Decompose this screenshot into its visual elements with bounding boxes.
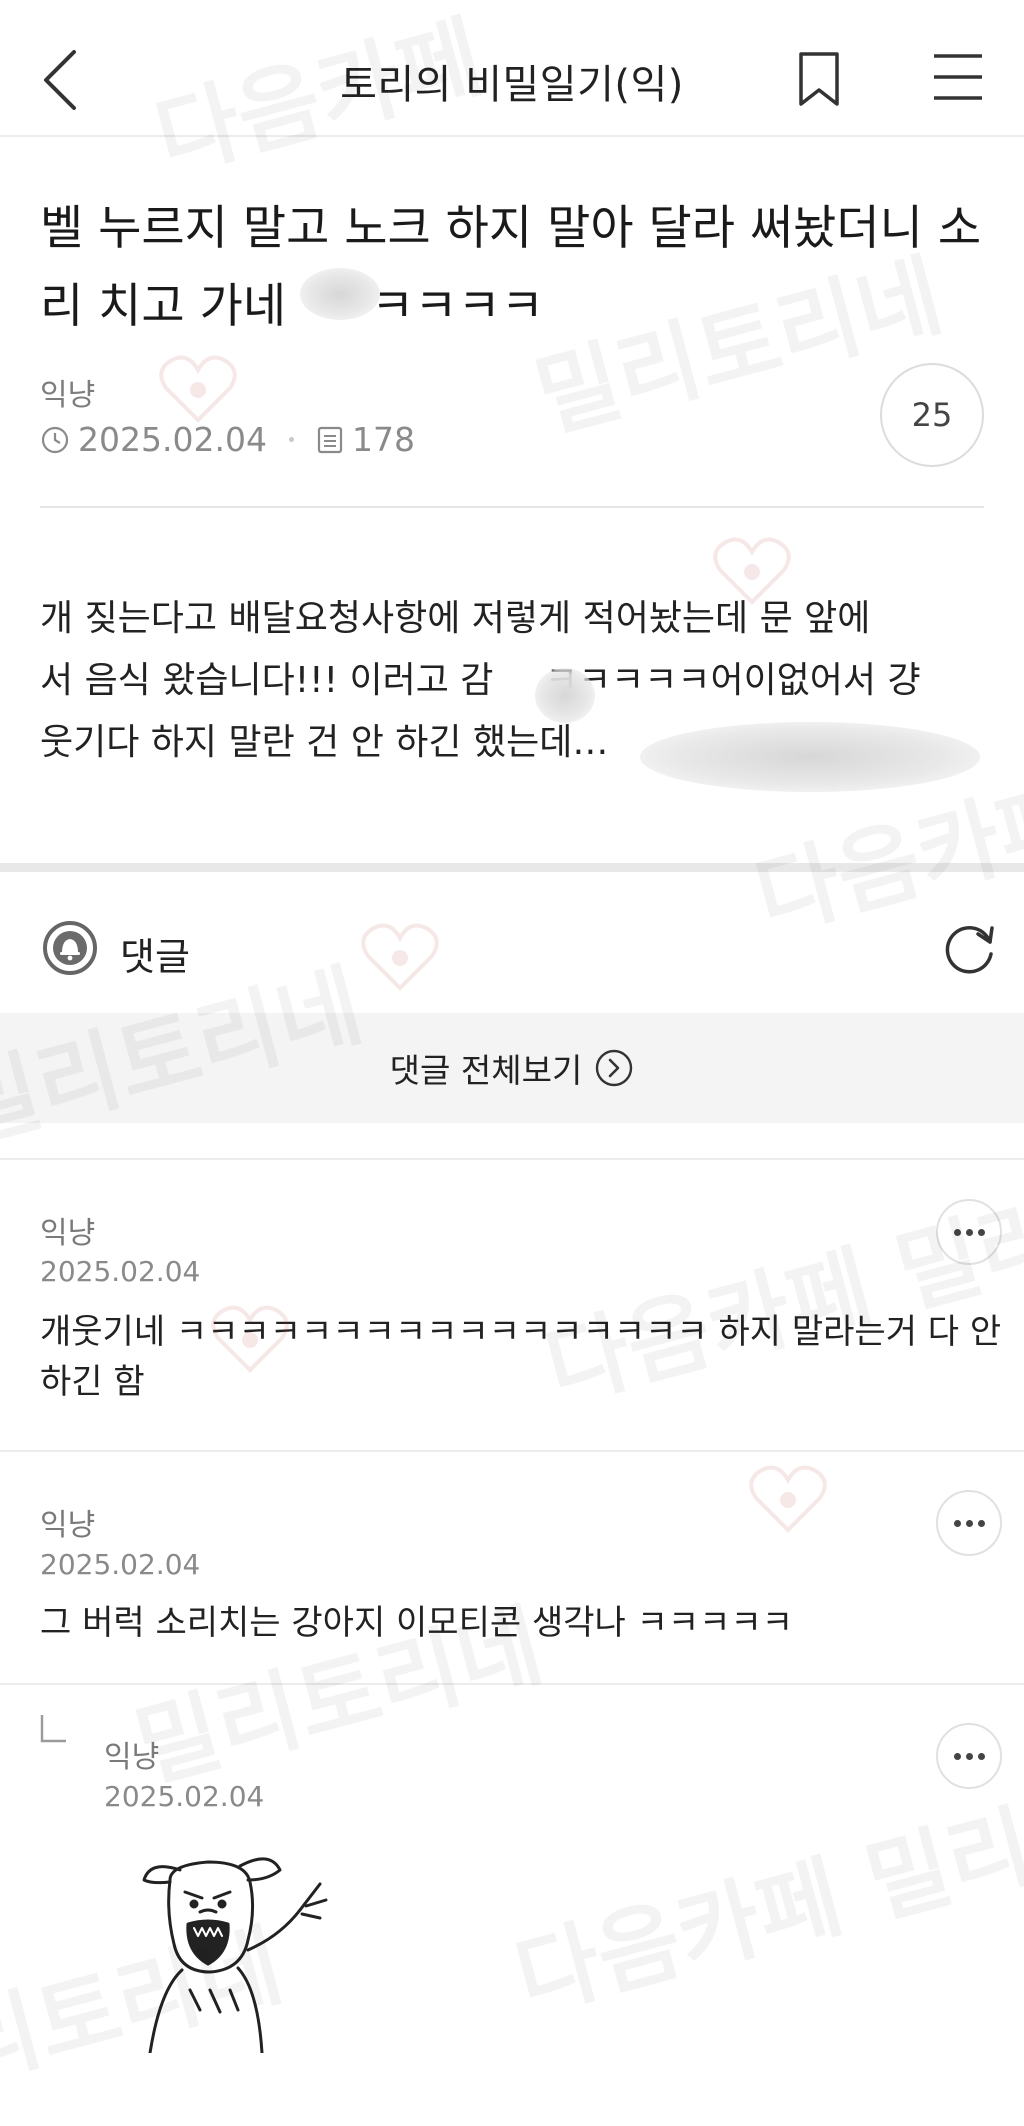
post-title-line2-end: ㅋㅋㅋㅋ — [371, 279, 544, 334]
menu-button[interactable] — [932, 52, 984, 102]
comment-text-line: 개웃기네 ㅋㅋㅋㅋㅋㅋㅋㅋㅋㅋㅋㅋㅋㅋㅋㅋㅋ 하지 말라는거 다 안 — [40, 1312, 1002, 1352]
post-title: 벨 누르지 말고 노크 하지 말아 달라 써놨더니 소 리 치고 가네 ㅋㅋㅋㅋ — [40, 190, 990, 346]
more-button[interactable] — [936, 1723, 1002, 1789]
post-author[interactable]: 익냥 — [40, 370, 95, 414]
post-views: 178 — [351, 420, 415, 459]
post-body-line2-end: ㅋㅋㅋㅋㅋ어이없어서 걍 — [544, 660, 921, 701]
top-app-bar: 토리의 비밀일기(익) — [0, 0, 1024, 137]
post-title-line1: 벨 누르지 말고 노크 하지 말아 달라 써놨더니 소 — [40, 201, 982, 256]
comment-author[interactable]: 익냥 — [40, 1208, 95, 1252]
reply-arrow-icon — [40, 1715, 66, 1743]
comment-date: 2025.02.04 — [104, 1780, 265, 1813]
bookmark-button[interactable] — [795, 50, 845, 110]
heart-paw-icon — [159, 355, 237, 423]
clock-icon — [41, 426, 69, 453]
more-icon — [951, 1752, 987, 1760]
refresh-icon — [945, 926, 994, 974]
divider — [40, 506, 984, 508]
meta-separator — [288, 437, 294, 442]
cafe-title[interactable]: 토리의 비밀일기(익) — [0, 52, 1024, 110]
post-body-line2-start: 서 음식 왔습니다!!! 이러고 감 — [40, 660, 505, 701]
post-title-line2-start: 리 치고 가네 — [40, 279, 302, 334]
comment-date: 2025.02.04 — [40, 1255, 201, 1288]
blurred-region — [640, 722, 980, 792]
document-icon — [317, 426, 343, 453]
menu-icon — [934, 54, 982, 100]
notification-toggle[interactable] — [42, 920, 98, 976]
divider — [0, 1683, 1024, 1685]
shouting-dog-sticker — [142, 1857, 328, 2053]
chevron-right-circle-icon — [596, 1049, 633, 1087]
comment-text-line: 하긴 함 — [40, 1362, 145, 1402]
comments-label: 댓글 — [120, 935, 190, 979]
comment-author[interactable]: 익냥 — [40, 1500, 95, 1544]
bell-icon — [43, 921, 97, 975]
more-icon — [951, 1228, 987, 1236]
divider — [0, 1158, 1024, 1160]
post-meta: 2025.02.04 178 — [40, 420, 415, 459]
post-body-line1: 개 짖는다고 배달요청사항에 저렇게 적어놨는데 문 앞에 — [40, 598, 871, 639]
more-button[interactable] — [936, 1199, 1002, 1265]
comment-count-button[interactable]: 25 — [880, 363, 984, 467]
comment-text: 그 버럭 소리치는 강아지 이모티콘 생각나 ㅋㅋㅋㅋㅋ — [40, 1603, 794, 1643]
section-divider — [0, 863, 1024, 872]
comment-text: 개웃기네 ㅋㅋㅋㅋㅋㅋㅋㅋㅋㅋㅋㅋㅋㅋㅋㅋㅋ 하지 말라는거 다 안 하긴 함 — [40, 1307, 1002, 1407]
more-button[interactable] — [936, 1490, 1002, 1556]
divider — [0, 1450, 1024, 1452]
heart-paw-icon — [361, 923, 439, 991]
refresh-button[interactable] — [940, 918, 1000, 978]
view-all-comments-button[interactable]: 댓글 전체보기 — [390, 1044, 635, 1092]
blurred-region — [535, 668, 595, 723]
bookmark-icon — [799, 52, 839, 106]
post-date: 2025.02.04 — [78, 420, 267, 459]
more-icon — [951, 1519, 987, 1527]
view-all-comments-label: 댓글 전체보기 — [389, 1051, 583, 1090]
blurred-region — [300, 268, 380, 320]
heart-paw-icon — [749, 1465, 827, 1533]
comment-author[interactable]: 익냥 — [104, 1732, 159, 1776]
comment-date: 2025.02.04 — [40, 1548, 201, 1581]
